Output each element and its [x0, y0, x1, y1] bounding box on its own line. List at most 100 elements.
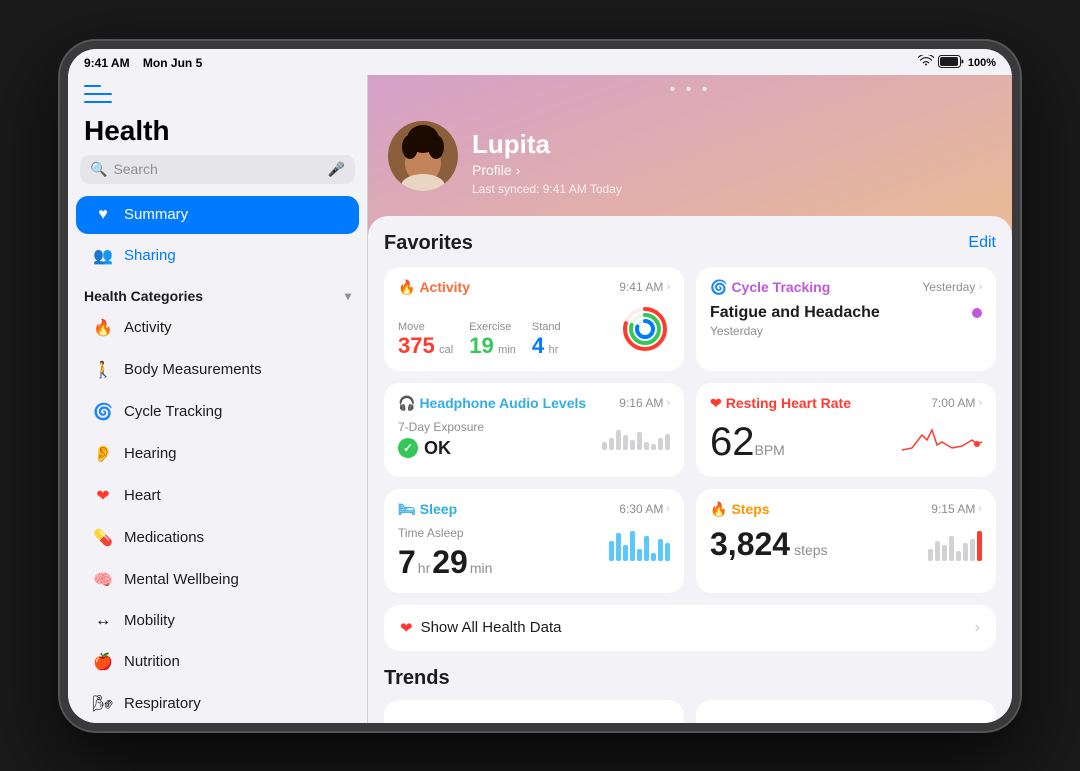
- mental-wellbeing-icon: 🧠: [92, 570, 114, 590]
- cycle-tracking-icon: 🌀: [92, 402, 114, 422]
- steps-card-icon: 🔥: [710, 501, 727, 518]
- sidebar-item-hearing[interactable]: 👂 Hearing: [76, 434, 359, 474]
- sidebar-item-medications[interactable]: 💊 Medications: [76, 518, 359, 558]
- favorites-header: Favorites Edit: [384, 232, 996, 255]
- sidebar-item-body-measurements[interactable]: 🚶 Body Measurements: [76, 350, 359, 390]
- three-dots-menu[interactable]: • • •: [368, 75, 1012, 105]
- sleep-card-icon: 🛏: [398, 501, 416, 518]
- sleep-card[interactable]: 🛏 Sleep 6:30 AM › Time Asleep: [384, 489, 684, 593]
- search-bar[interactable]: 🔍 🎤: [80, 155, 355, 184]
- favorites-section: Favorites Edit 🔥 Activity: [368, 216, 1012, 723]
- bpm-display: 62 BPM: [710, 420, 785, 465]
- activity-card[interactable]: 🔥 Activity 9:41 AM ›: [384, 267, 684, 371]
- profile-section: Lupita Profile Last synced: 9:41 AM Toda…: [368, 105, 1012, 216]
- steps-card-title: 🔥 Steps: [710, 501, 770, 518]
- steps-chart: [928, 526, 982, 561]
- heart-icon: ❤: [92, 486, 114, 506]
- status-bar: 9:41 AM Mon Jun 5: [68, 49, 1012, 75]
- steps-display: 3,824 steps: [710, 526, 828, 563]
- categories-chevron[interactable]: ▾: [345, 289, 351, 303]
- cycle-tracking-card[interactable]: 🌀 Cycle Tracking Yesterday ›: [696, 267, 996, 371]
- ipad-inner: 9:41 AM Mon Jun 5: [68, 49, 1012, 723]
- sleep-card-title: 🛏 Sleep: [398, 501, 457, 518]
- steps-card-time: 9:15 AM ›: [931, 502, 982, 516]
- sidebar: Health 🔍 🎤 ♥ Summary 👥 Sharing: [68, 75, 368, 723]
- headphone-card-time: 9:16 AM ›: [619, 396, 670, 410]
- hearing-icon: 👂: [92, 444, 114, 464]
- search-icon: 🔍: [90, 161, 107, 178]
- heart-rate-icon: ❤: [710, 395, 722, 412]
- heart-rate-card-time: 7:00 AM ›: [931, 396, 982, 410]
- cycle-info: Fatigue and Headache Yesterday: [710, 304, 880, 338]
- profile-link[interactable]: Profile: [472, 162, 622, 178]
- move-metric: Move 375 cal: [398, 321, 453, 359]
- profile-info: Lupita Profile Last synced: 9:41 AM Toda…: [472, 121, 622, 196]
- steps-chevron: ›: [978, 503, 982, 515]
- sidebar-item-cycle-tracking[interactable]: 🌀 Cycle Tracking: [76, 392, 359, 432]
- heart-rate-card[interactable]: ❤ Resting Heart Rate 7:00 AM ›: [696, 383, 996, 477]
- cycle-chevron: ›: [978, 281, 982, 293]
- ipad-frame: 9:41 AM Mon Jun 5: [60, 41, 1020, 731]
- sidebar-item-mobility[interactable]: ↔ Mobility: [76, 602, 359, 640]
- sidebar-toggle-icon[interactable]: [84, 83, 112, 105]
- exercise-minutes-trend[interactable]: 🔥 Exercise Minutes ›: [384, 700, 684, 723]
- activity-icon: 🔥: [92, 318, 114, 338]
- trends-grid: 🔥 Exercise Minutes › ❤ Walking Heart Rat…: [384, 700, 996, 723]
- sidebar-item-activity[interactable]: 🔥 Activity: [76, 308, 359, 348]
- mic-icon[interactable]: 🎤: [328, 161, 345, 178]
- heart-rate-chart: [902, 420, 982, 455]
- activity-card-title: 🔥 Activity: [398, 279, 470, 296]
- status-icons: 100%: [918, 55, 996, 71]
- cycle-dot: [972, 308, 982, 318]
- sidebar-item-summary[interactable]: ♥ Summary: [76, 196, 359, 234]
- activity-chevron: ›: [666, 281, 670, 293]
- headphone-chevron: ›: [666, 397, 670, 409]
- sidebar-item-sharing-label: Sharing: [124, 247, 176, 264]
- trends-header: Trends: [384, 667, 996, 690]
- categories-section-title: Health Categories ▾: [68, 278, 367, 308]
- edit-favorites-button[interactable]: Edit: [968, 234, 996, 252]
- walking-heart-rate-trend[interactable]: ❤ Walking Heart Rate Average ›: [696, 700, 996, 723]
- heart-rate-card-title: ❤ Resting Heart Rate: [710, 395, 851, 412]
- stand-metric: Stand 4 hr: [532, 321, 561, 359]
- show-all-chevron: ›: [975, 619, 980, 637]
- sleep-chart: [609, 526, 670, 561]
- activity-card-icon: 🔥: [398, 279, 415, 296]
- sidebar-item-sharing[interactable]: 👥 Sharing: [76, 236, 359, 276]
- cycle-icon: 🌀: [710, 279, 727, 296]
- headphone-card-title: 🎧 Headphone Audio Levels: [398, 395, 586, 412]
- nutrition-icon: 🍎: [92, 652, 114, 672]
- summary-icon: ♥: [92, 206, 114, 224]
- mobility-icon: ↔: [92, 612, 114, 630]
- sleep-card-time: 6:30 AM ›: [619, 502, 670, 516]
- wifi-icon: [918, 55, 934, 70]
- sleep-chevron: ›: [666, 503, 670, 515]
- sidebar-item-nutrition[interactable]: 🍎 Nutrition: [76, 642, 359, 682]
- favorites-title: Favorites: [384, 232, 473, 255]
- search-input[interactable]: [113, 161, 321, 177]
- profile-name: Lupita: [472, 129, 622, 160]
- respiratory-icon: 🌬: [92, 694, 114, 714]
- activity-ring: [620, 304, 670, 359]
- headphone-chart: [602, 420, 670, 450]
- status-time: 9:41 AM Mon Jun 5: [84, 56, 202, 70]
- ok-checkmark: ✓: [398, 438, 418, 458]
- sidebar-item-respiratory[interactable]: 🌬 Respiratory: [76, 684, 359, 723]
- app-title: Health: [68, 111, 367, 155]
- favorites-grid: 🔥 Activity 9:41 AM ›: [384, 267, 996, 593]
- main-content: • • •: [368, 75, 1012, 723]
- heart-rate-chevron: ›: [978, 397, 982, 409]
- sidebar-item-summary-label: Summary: [124, 206, 188, 223]
- user-avatar[interactable]: [388, 121, 458, 191]
- sidebar-header: [68, 75, 367, 111]
- sidebar-item-heart[interactable]: ❤ Heart: [76, 476, 359, 516]
- sidebar-item-mental-wellbeing[interactable]: 🧠 Mental Wellbeing: [76, 560, 359, 600]
- app-container: Health 🔍 🎤 ♥ Summary 👥 Sharing: [68, 75, 1012, 723]
- show-all-heart-icon: ❤: [400, 619, 413, 637]
- show-all-health-data-button[interactable]: ❤ Show All Health Data ›: [384, 605, 996, 651]
- activity-card-time: 9:41 AM ›: [619, 280, 670, 294]
- battery-percent: 100%: [968, 57, 996, 69]
- steps-card[interactable]: 🔥 Steps 9:15 AM › 3,824: [696, 489, 996, 593]
- headphone-card[interactable]: 🎧 Headphone Audio Levels 9:16 AM ›: [384, 383, 684, 477]
- cycle-card-title: 🌀 Cycle Tracking: [710, 279, 830, 296]
